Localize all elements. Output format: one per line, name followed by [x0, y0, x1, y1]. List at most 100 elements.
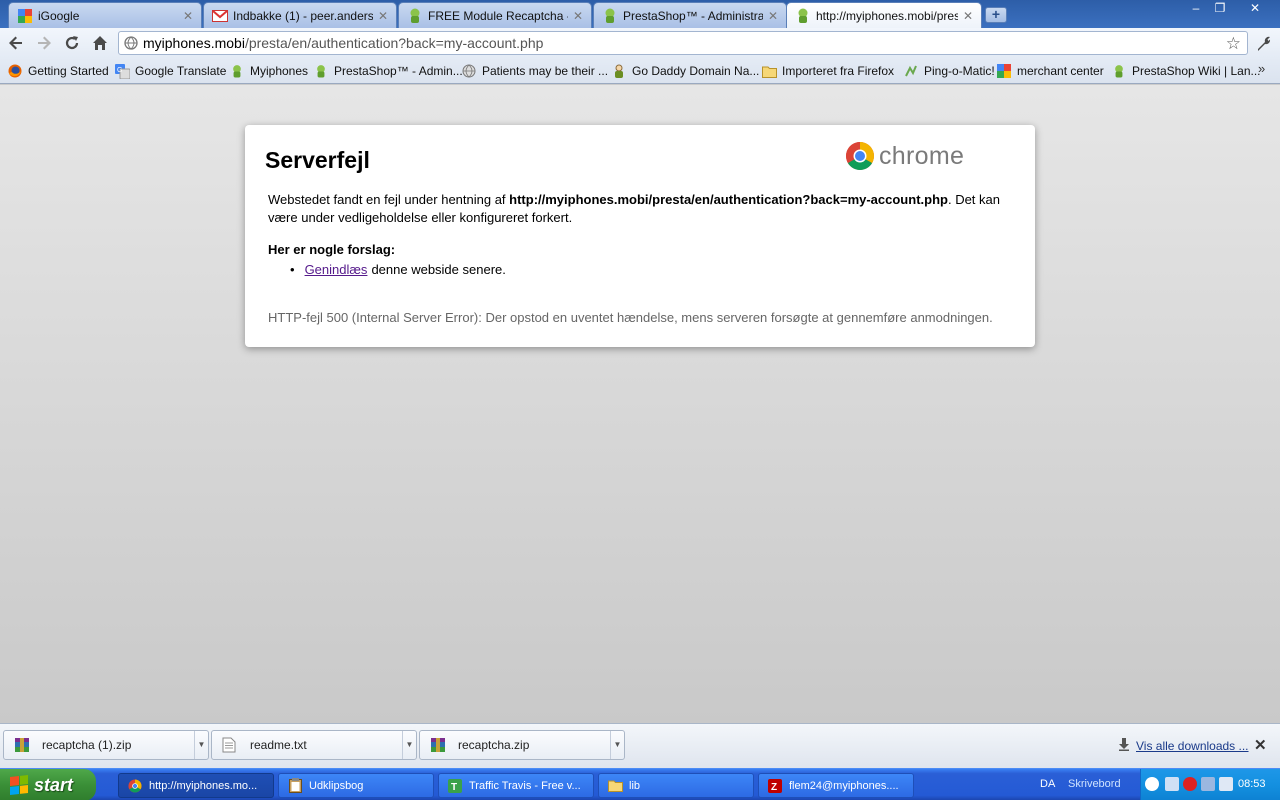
start-button[interactable]: start — [0, 769, 96, 800]
address-bar[interactable]: myiphones.mobi/presta/en/authentication?… — [118, 31, 1248, 55]
reload-button[interactable] — [61, 32, 83, 54]
back-button[interactable] — [5, 32, 27, 54]
bookmark-ping-o-matic[interactable]: Ping-o-Matic! — [903, 62, 995, 80]
close-shelf-icon[interactable]: ✕ — [1254, 736, 1267, 754]
download-item[interactable]: readme.txt ▼ — [211, 730, 417, 760]
minimize-icon[interactable]: ‒ — [1184, 0, 1208, 18]
prestashop-icon — [602, 8, 618, 24]
dropdown-arrow-icon[interactable]: ▼ — [402, 731, 416, 759]
svg-text:T: T — [451, 782, 457, 793]
url-host: myiphones.mobi — [143, 35, 245, 51]
download-name: readme.txt — [250, 738, 307, 752]
svg-text:G: G — [117, 67, 122, 74]
tab-title: http://myiphones.mobi/presta/ — [816, 8, 958, 23]
home-button[interactable] — [89, 32, 111, 54]
bookmark-myiphones[interactable]: Myiphones — [229, 62, 308, 80]
prestashop-icon — [1111, 63, 1127, 79]
tab-title: FREE Module Recaptcha - Pres — [428, 8, 568, 23]
wrench-menu-button[interactable] — [1253, 32, 1275, 54]
back-arrow-icon — [9, 36, 22, 50]
restore-icon[interactable]: ❐ — [1208, 0, 1232, 18]
tray-expand-icon[interactable] — [1145, 777, 1159, 791]
tab-recaptcha-module[interactable]: FREE Module Recaptcha - Pres ✕ — [398, 2, 592, 28]
error-description: Webstedet fandt en fejl under hentning a… — [268, 191, 1018, 227]
bookmark-label: Myiphones — [250, 64, 309, 78]
page-content: Serverfejl chrome Webstedet fandt en fej… — [0, 85, 1280, 723]
tab-active-error-page[interactable]: http://myiphones.mobi/presta/ ✕ — [786, 2, 982, 28]
firefox-icon — [7, 63, 23, 79]
prestashop-icon — [313, 63, 329, 79]
network-icon[interactable] — [1165, 777, 1179, 791]
window-close-icon[interactable]: ✕ — [1243, 0, 1267, 18]
antivirus-icon[interactable] — [1183, 777, 1197, 791]
bookmark-patients[interactable]: Patients may be their ... — [461, 62, 608, 80]
tray-clock[interactable]: 08:53 — [1238, 778, 1266, 790]
prestashop-icon — [795, 8, 811, 24]
close-icon[interactable]: ✕ — [376, 9, 390, 23]
forward-button[interactable] — [33, 32, 55, 54]
chrome-wordmark: chrome — [879, 141, 965, 170]
close-icon[interactable]: ✕ — [181, 9, 195, 23]
google-icon — [996, 63, 1012, 79]
tab-igoogle[interactable]: iGoogle ✕ — [8, 2, 202, 28]
failed-url: http://myiphones.mobi/presta/en/authenti… — [509, 192, 948, 207]
desktop-toolbar-label[interactable]: Skrivebord — [1068, 778, 1121, 790]
download-item[interactable]: recaptcha.zip ▼ — [419, 730, 625, 760]
close-icon[interactable]: ✕ — [961, 9, 975, 23]
google-icon — [17, 8, 33, 24]
tab-prestashop-admin[interactable]: PrestaShop™ - Administration ✕ — [593, 2, 787, 28]
archive-icon — [14, 737, 30, 753]
desc-text-before: Webstedet fandt en fejl under hentning a… — [268, 192, 510, 207]
taskbar-item-filezilla[interactable]: Z flem24@myiphones.... — [758, 773, 914, 798]
prestashop-icon — [407, 8, 423, 24]
dropdown-arrow-icon[interactable]: ▼ — [610, 731, 624, 759]
language-indicator[interactable]: DA — [1040, 778, 1055, 790]
tab-strip: iGoogle ✕ Indbakke (1) - peer.andersen..… — [0, 0, 1280, 28]
download-item[interactable]: recaptcha (1).zip ▼ — [3, 730, 209, 760]
new-tab-button[interactable]: + — [985, 7, 1007, 23]
task-label: Traffic Travis - Free v... — [469, 779, 581, 792]
monitor-icon[interactable] — [1201, 777, 1215, 791]
start-label: start — [34, 774, 74, 795]
translate-icon: G — [114, 63, 130, 79]
tab-gmail[interactable]: Indbakke (1) - peer.andersen... ✕ — [203, 2, 397, 28]
bookmark-folder-importeret[interactable]: Importeret fra Firefox — [761, 62, 894, 80]
chrome-icon — [127, 778, 143, 794]
bookmark-prestashop-admin[interactable]: PrestaShop™ - Admin... — [313, 62, 463, 80]
volume-icon[interactable] — [1219, 777, 1233, 791]
taskbar-item-traffic-travis[interactable]: T Traffic Travis - Free v... — [438, 773, 594, 798]
show-all-downloads-link[interactable]: Vis alle downloads ... — [1136, 739, 1249, 753]
tab-title: iGoogle — [38, 8, 80, 23]
taskbar-item-udklipsbog[interactable]: Udklipsbog — [278, 773, 434, 798]
bookmarks-overflow-chevron-icon[interactable]: » — [1258, 61, 1265, 76]
reload-link[interactable]: Genindlæs — [305, 262, 368, 277]
close-icon[interactable]: ✕ — [571, 9, 585, 23]
chrome-logo: chrome — [845, 141, 964, 171]
bookmark-label: Getting Started — [28, 64, 109, 78]
bookmark-label: PrestaShop™ - Admin... — [334, 64, 463, 78]
url-path: /presta/en/authentication?back=my-accoun… — [244, 35, 544, 51]
suggestion-text: denne webside senere. — [371, 262, 506, 277]
bookmark-label: PrestaShop Wiki | Lan... — [1132, 64, 1261, 78]
globe-icon — [461, 63, 477, 79]
dropdown-arrow-icon[interactable]: ▼ — [194, 731, 208, 759]
taskbar-item-chrome[interactable]: http://myiphones.mo... — [118, 773, 274, 798]
text-file-icon — [222, 737, 238, 753]
download-name: recaptcha (1).zip — [42, 738, 132, 752]
bookmark-prestashop-wiki[interactable]: PrestaShop Wiki | Lan... — [1111, 62, 1261, 80]
windows-taskbar: start http://myiphones.mo... Udklipsbog … — [0, 768, 1280, 800]
bookmark-label: Go Daddy Domain Na... — [632, 64, 760, 78]
bookmark-google-translate[interactable]: G Google Translate — [114, 62, 226, 80]
close-icon[interactable]: ✕ — [766, 9, 780, 23]
star-icon[interactable]: ☆ — [1226, 34, 1241, 54]
bookmark-getting-started[interactable]: Getting Started — [7, 62, 109, 80]
home-icon — [93, 36, 107, 50]
bookmark-godaddy[interactable]: Go Daddy Domain Na... — [611, 62, 759, 80]
bookmark-label: Importeret fra Firefox — [782, 64, 895, 78]
task-label: flem24@myiphones.... — [789, 779, 899, 792]
bookmark-merchant-center[interactable]: merchant center — [996, 62, 1104, 80]
suggestions-heading: Her er nogle forslag: — [268, 242, 396, 257]
bookmarks-bar: Getting Started G Google Translate Myiph… — [0, 58, 1280, 84]
download-name: recaptcha.zip — [458, 738, 530, 752]
taskbar-item-lib-folder[interactable]: lib — [598, 773, 754, 798]
